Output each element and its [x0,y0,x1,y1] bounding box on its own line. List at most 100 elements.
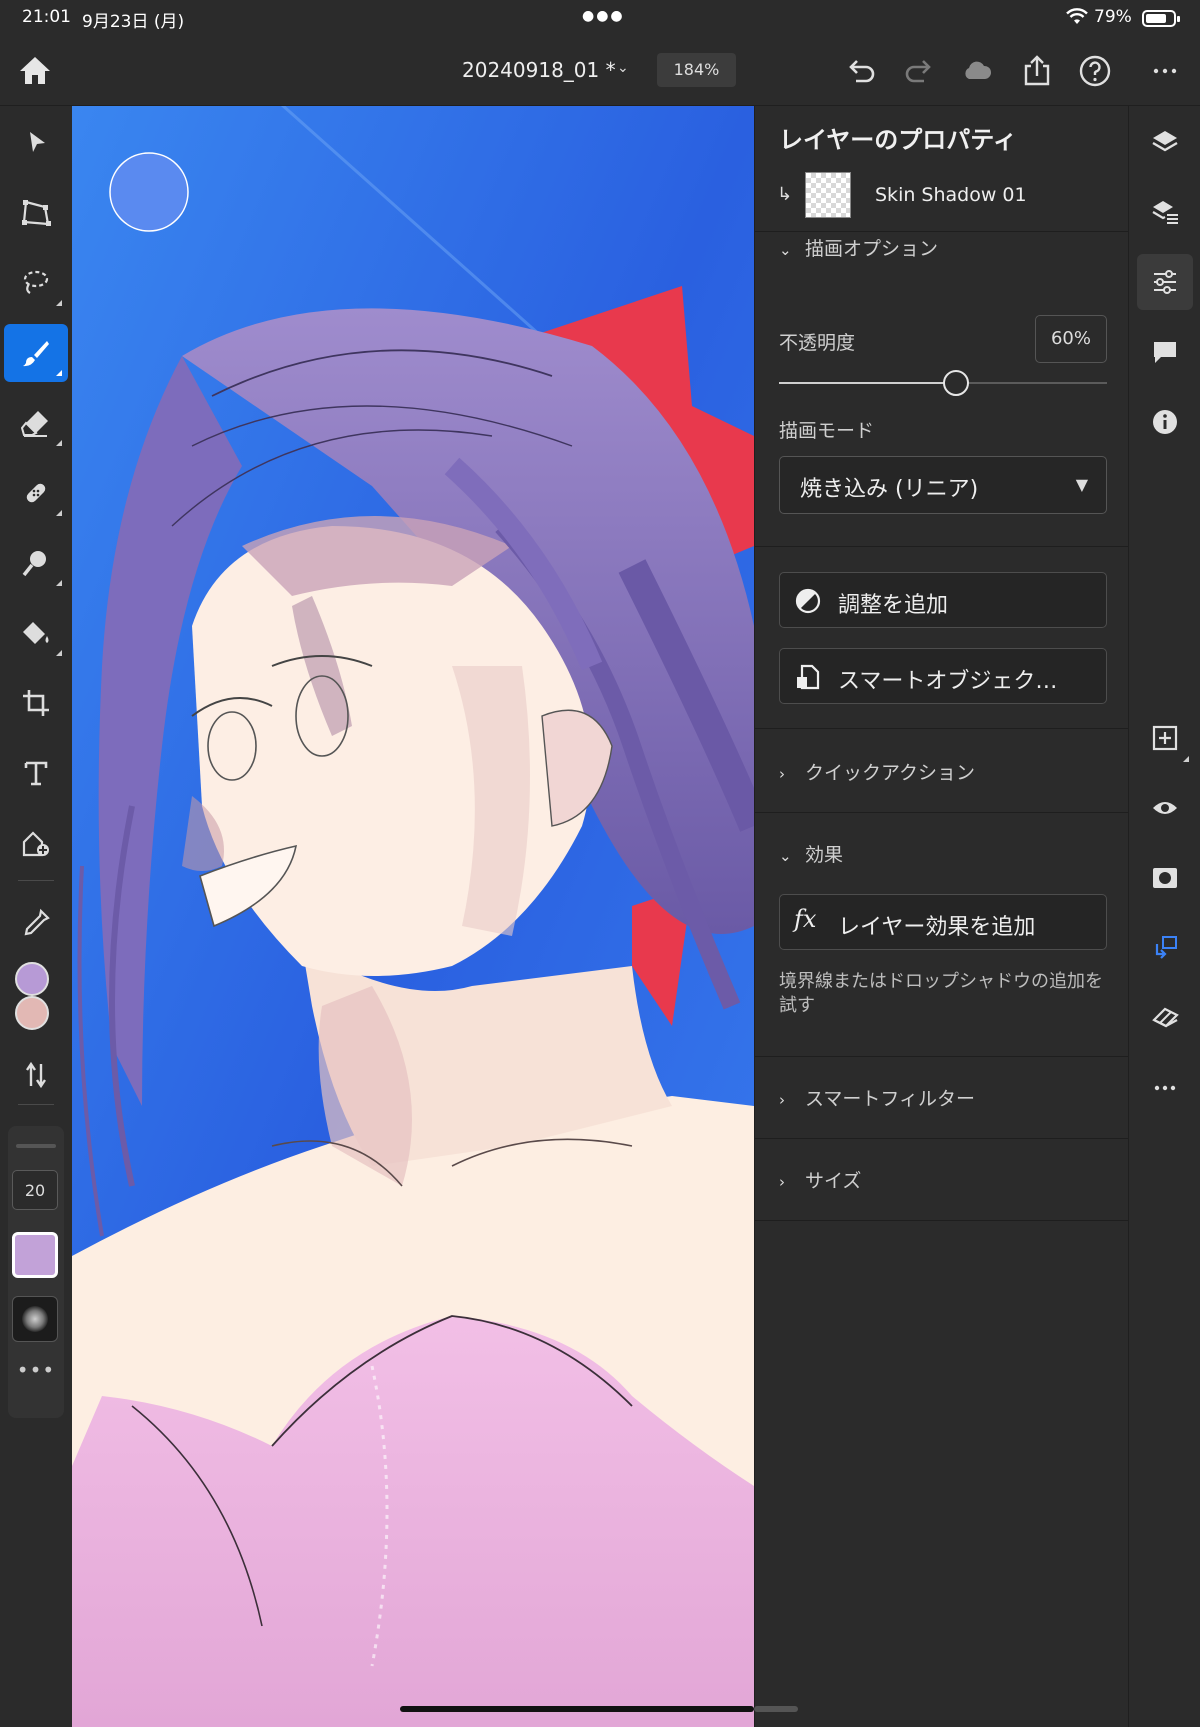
move-arrow-icon [30,132,45,152]
adjustment-icon [795,588,821,614]
chevron-down-icon: ⌄ [779,847,792,865]
layers-icon [1152,131,1178,152]
eyedropper-tool[interactable] [4,894,68,952]
cloud-icon[interactable] [960,54,994,88]
more-layer-options-button[interactable] [1137,1060,1193,1116]
brush-tool[interactable] [4,324,68,382]
section-smart-filter[interactable]: › スマートフィルター [779,1084,975,1111]
section-size[interactable]: › サイズ [779,1166,861,1193]
add-layer-button[interactable] [1137,710,1193,766]
chevron-down-icon: ▼ [1075,475,1088,494]
properties-button[interactable] [1137,254,1193,310]
info-icon [1153,410,1177,434]
add-adjustment-button[interactable]: 調整を追加 [779,572,1107,628]
effects-hint: 境界線またはドロップシャドウの追加を試す [779,971,1103,1016]
bandage-icon [26,483,46,503]
layer-list-icon [1152,201,1178,224]
status-date: 9月23日 (月) [82,12,185,32]
eyedropper-icon [24,908,50,936]
eye-icon [1153,802,1177,814]
paint-bucket-icon [23,622,49,644]
layers-button[interactable] [1137,114,1193,170]
smudge-tool[interactable] [4,534,68,592]
mask-icon [1153,868,1177,888]
background-color-swatch[interactable] [15,996,49,1030]
zoom-level[interactable]: 184% [657,53,736,87]
smudge-icon [22,551,46,577]
status-time: 21:01 [22,7,71,27]
clipping-mask-button[interactable] [1137,920,1193,976]
healing-tool[interactable] [4,464,68,522]
redo-icon[interactable] [902,54,936,88]
section-effects[interactable]: ⌄ 効果 [779,840,843,867]
fx-icon: fx [794,905,817,933]
add-layer-effect-button[interactable]: fx レイヤー効果を追加 [779,894,1107,950]
add-layer-effect-label: レイヤー効果を追加 [838,915,1036,940]
more-icon[interactable] [1148,54,1182,88]
swap-colors-button[interactable] [4,1046,68,1104]
section-draw-options[interactable]: ⌄ 描画オプション [779,234,938,261]
more-icon [1154,1085,1176,1091]
current-layer-row[interactable]: ↳ Skin Shadow 01 [755,166,1129,232]
brush-tip-preview[interactable] [12,1296,58,1342]
sliders-icon [1154,270,1176,294]
layer-properties-panel: レイヤーのプロパティ ↳ Skin Shadow 01 ⌄ 描画オプション 不透明… [754,106,1129,1727]
visibility-button[interactable] [1137,780,1193,836]
opacity-slider-knob[interactable] [943,370,970,396]
blend-mode-select[interactable]: 焼き込み (リニア) ▼ [779,456,1107,514]
foreground-color-swatch[interactable] [15,962,49,996]
lasso-tool[interactable] [4,254,68,312]
chevron-right-icon: › [779,1091,785,1109]
undo-icon[interactable] [844,54,878,88]
home-indicator[interactable] [400,1706,754,1712]
chevron-down-icon[interactable]: ⌄ [617,60,629,76]
crop-tool[interactable] [4,674,68,732]
battery-percent: 79% [1094,7,1132,27]
document-title[interactable]: 20240918_01 * [462,58,616,82]
blend-mode-label: 描画モード [779,420,875,442]
canvas[interactable] [72,106,754,1727]
type-tool[interactable] [4,744,68,802]
layer-mask-button[interactable] [1137,850,1193,906]
brush-color-swatch[interactable] [12,1232,58,1278]
smart-object-label: スマートオブジェク… [838,669,1058,694]
lasso-icon [23,270,49,294]
left-toolbar: 20 ••• [0,106,72,1727]
fill-tool[interactable] [4,604,68,662]
comment-icon [1154,342,1176,363]
info-button[interactable] [1137,394,1193,450]
brush-settings-panel: 20 ••• [8,1126,64,1418]
opacity-slider-fill [779,382,957,384]
panel-title: レイヤーのプロパティ [779,126,1017,154]
chevron-right-icon: › [779,765,785,783]
status-bar: 21:01 9月23日 (月) ●●● 79% [0,0,1200,36]
help-icon[interactable] [1078,54,1112,88]
comments-button[interactable] [1137,324,1193,380]
chevron-down-icon: ⌄ [779,241,792,259]
image-add-icon [22,831,49,857]
share-icon[interactable] [1020,54,1054,88]
panel-handle[interactable] [16,1144,56,1148]
section-effects-label: 効果 [805,844,844,866]
opacity-value[interactable]: 60% [1035,315,1107,363]
artwork-image [72,106,754,1727]
layer-style-button[interactable] [1137,990,1193,1046]
layer-name: Skin Shadow 01 [875,184,1027,206]
smart-object-icon [797,664,820,690]
smart-object-button[interactable]: スマートオブジェク… [779,648,1107,704]
multitasking-dots-icon[interactable]: ●●● [582,8,625,24]
section-quick-actions[interactable]: › クイックアクション [779,758,975,785]
brush-size[interactable]: 20 [12,1170,58,1210]
swap-icon [26,1061,46,1089]
layer-thumbnail [805,172,851,218]
more-options-icon[interactable]: ••• [8,1358,64,1382]
select-tool[interactable] [4,114,68,172]
eraser-tool[interactable] [4,394,68,452]
transform-tool[interactable] [4,184,68,242]
layer-list-button[interactable] [1137,184,1193,240]
opacity-label: 不透明度 [779,332,856,354]
section-quick-actions-label: クイックアクション [805,762,976,784]
home-icon[interactable] [18,54,52,86]
top-bar: 20240918_01 * ⌄ 184% [0,36,1200,106]
place-image-tool[interactable] [4,814,68,872]
